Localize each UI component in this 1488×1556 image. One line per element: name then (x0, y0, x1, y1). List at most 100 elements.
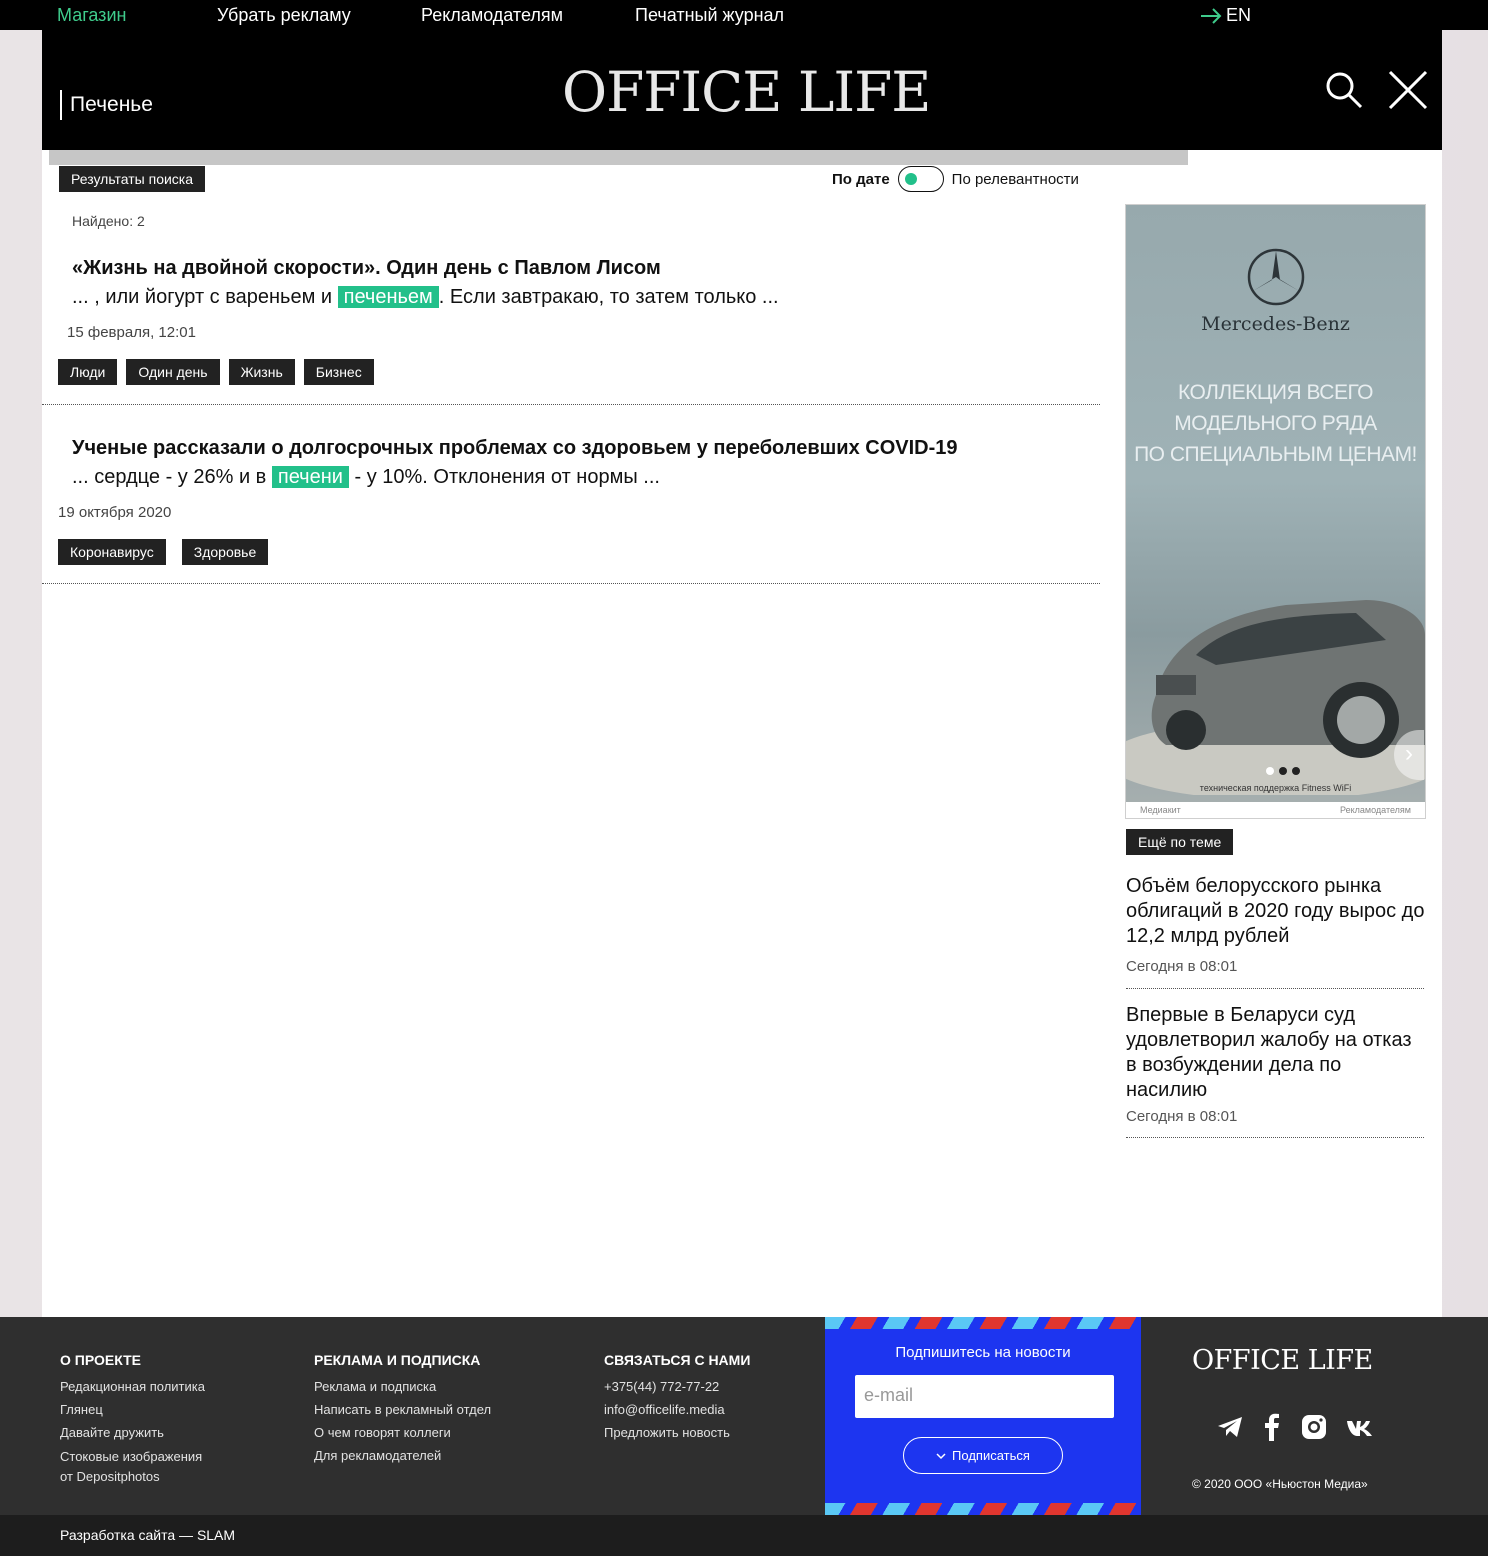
ad-advertisers-link[interactable]: Рекламодателям (1340, 802, 1411, 818)
result-title[interactable]: Ученые рассказали о долгосрочных проблем… (72, 437, 958, 460)
ad-text-line: МОДЕЛЬНОГО РЯДА (1174, 412, 1377, 435)
language-label: EN (1226, 5, 1252, 25)
email-link[interactable]: info@officelife.media (604, 1398, 750, 1421)
tag-business[interactable]: Бизнес (303, 359, 374, 385)
tag-coronavirus[interactable]: Коронавирус (58, 539, 166, 565)
telegram-icon[interactable] (1216, 1413, 1244, 1441)
result-snippet: ... сердце - у 26% и в печени - у 10%. О… (72, 466, 660, 489)
search-query[interactable]: Печенье (60, 90, 153, 120)
snippet-text: ... , или йогурт с вареньем и (72, 286, 338, 308)
results-label: Результаты поиска (59, 166, 206, 192)
close-icon[interactable] (1388, 70, 1428, 110)
search-icon[interactable] (1324, 70, 1364, 110)
footer-link[interactable]: Давайте дружить (60, 1421, 205, 1444)
result-date: 15 февраля, 12:01 (67, 324, 196, 341)
suggest-news-link[interactable]: Предложить новость (604, 1421, 750, 1444)
result-tags: Коронавирус Здоровье (58, 539, 269, 565)
snippet-highlight: печеньем (337, 286, 439, 308)
newsletter-title: Подпишитесь на новости (895, 1344, 1071, 1361)
footer-link[interactable]: Редакционная политика (60, 1375, 205, 1398)
divider (42, 404, 1100, 405)
footer-ads: РЕКЛАМА И ПОДПИСКА Реклама и подписка На… (314, 1352, 491, 1467)
sort-toggle[interactable] (897, 166, 944, 192)
print-magazine-link[interactable]: Печатный журнал (635, 5, 784, 26)
arrow-right-icon (1201, 7, 1222, 24)
results-count: Найдено: 2 (72, 213, 145, 229)
airmail-stripe (825, 1317, 1141, 1329)
mercedes-star-icon (1247, 248, 1305, 306)
related-article-title[interactable]: Впервые в Беларуси суд удовлетворил жало… (1126, 1003, 1426, 1103)
advertisers-link[interactable]: Рекламодателям (421, 5, 563, 26)
ad-banner[interactable]: Mercedes-Benz КОЛЛЕКЦИЯ ВСЕГО МОДЕЛЬНОГО… (1125, 204, 1426, 819)
footer-link[interactable]: Написать в рекламный отдел (314, 1398, 491, 1421)
footer-link[interactable]: от Depositphotos (60, 1467, 205, 1487)
bottom-bar: Разработка сайта — SLAM (0, 1515, 1488, 1556)
subscribe-label: Подписаться (952, 1448, 1030, 1463)
shop-link[interactable]: Магазин (57, 5, 126, 26)
carousel-dot[interactable] (1292, 767, 1300, 775)
copyright: © 2020 ООО «Ньюстон Медиа» (1192, 1477, 1368, 1491)
ad-text-line: КОЛЛЕКЦИЯ ВСЕГО (1177, 381, 1374, 404)
chevron-down-icon (936, 1452, 946, 1459)
divider (1126, 1137, 1424, 1138)
language-switch[interactable]: EN (1200, 5, 1251, 26)
phone-link[interactable]: +375(44) 772-77-22 (604, 1375, 750, 1398)
carousel-dot[interactable] (1279, 767, 1287, 775)
tag-health[interactable]: Здоровье (181, 539, 269, 565)
result-date: 19 октября 2020 (58, 504, 172, 521)
subscribe-button[interactable]: Подписаться (903, 1437, 1063, 1474)
toggle-knob (904, 173, 917, 185)
newsletter-box: Подпишитесь на новости e-mail Подписатьс… (825, 1317, 1141, 1515)
progress-bar (49, 150, 1188, 165)
result-snippet: ... , или йогурт с вареньем и печеньем. … (72, 286, 779, 309)
tag-one-day[interactable]: Один день (126, 359, 220, 385)
airmail-stripe (825, 1503, 1141, 1515)
sort-by-date[interactable]: По дате (832, 171, 890, 188)
car-image (1126, 600, 1425, 795)
mediakit-link[interactable]: Медиакит (1140, 802, 1181, 818)
snippet-text: ... сердце - у 26% и в (72, 466, 272, 488)
footer-about: О ПРОЕКТЕ Редакционная политика Глянец Д… (60, 1352, 205, 1487)
top-bar: Магазин Убрать рекламу Рекламодателям Пе… (0, 0, 1488, 30)
more-on-topic-label: Ещё по теме (1126, 829, 1234, 855)
tag-life[interactable]: Жизнь (228, 359, 295, 385)
footer-heading: О ПРОЕКТЕ (60, 1352, 142, 1368)
divider (1126, 988, 1424, 989)
ad-support: техническая поддержка Fitness WiFi (1199, 783, 1352, 793)
result-title[interactable]: «Жизнь на двойной скорости». Один день с… (72, 257, 661, 280)
sort-control: По дате По релевантности (832, 166, 1079, 192)
tag-people[interactable]: Люди (58, 359, 118, 385)
footer-logo[interactable]: OFFICE LIFE (1192, 1345, 1373, 1376)
sort-by-relevance[interactable]: По релевантности (952, 171, 1079, 188)
site-header: Печенье OFFICE LIFE (42, 30, 1442, 150)
main-content: Результаты поиска По дате По релевантнос… (42, 150, 1442, 1317)
footer-link[interactable]: Для рекламодателей (314, 1444, 491, 1467)
ad-text-line: ПО СПЕЦИАЛЬНЫМ ЦЕНАМ! (1134, 443, 1417, 466)
text-caret (60, 90, 62, 120)
footer-link[interactable]: Стоковые изображения (60, 1447, 205, 1467)
search-query-text: Печенье (70, 93, 153, 116)
related-article-date: Сегодня в 08:01 (1126, 1108, 1238, 1125)
footer-heading: СВЯЗАТЬСЯ С НАМИ (604, 1352, 751, 1368)
related-article-date: Сегодня в 08:01 (1126, 958, 1238, 975)
site-logo[interactable]: OFFICE LIFE (562, 60, 931, 124)
related-article-title[interactable]: Объём белорусского рынка облигаций в 202… (1126, 874, 1426, 949)
snippet-highlight: печени (271, 466, 349, 488)
email-input[interactable]: e-mail (855, 1375, 1114, 1418)
developer-credit[interactable]: Разработка сайта — SLAM (60, 1527, 235, 1543)
footer-contact: СВЯЗАТЬСЯ С НАМИ +375(44) 772-77-22 info… (604, 1352, 750, 1444)
remove-ads-link[interactable]: Убрать рекламу (217, 5, 351, 26)
instagram-icon[interactable] (1300, 1413, 1328, 1441)
site-footer: О ПРОЕКТЕ Редакционная политика Глянец Д… (0, 1317, 1488, 1515)
ad-footer: Медиакит Рекламодателям (1126, 802, 1425, 818)
snippet-text: - у 10%. Отклонения от нормы ... (348, 466, 660, 488)
facebook-icon[interactable] (1262, 1413, 1282, 1441)
footer-link[interactable]: Реклама и подписка (314, 1375, 491, 1398)
footer-link[interactable]: О чем говорят коллеги (314, 1421, 491, 1444)
carousel-dot[interactable] (1266, 767, 1274, 775)
social-links (1216, 1413, 1374, 1441)
footer-heading: РЕКЛАМА И ПОДПИСКА (314, 1352, 481, 1368)
ad-text: КОЛЛЕКЦИЯ ВСЕГО МОДЕЛЬНОГО РЯДА ПО СПЕЦИ… (1126, 377, 1425, 470)
footer-link[interactable]: Глянец (60, 1398, 205, 1421)
vk-icon[interactable] (1346, 1413, 1374, 1441)
